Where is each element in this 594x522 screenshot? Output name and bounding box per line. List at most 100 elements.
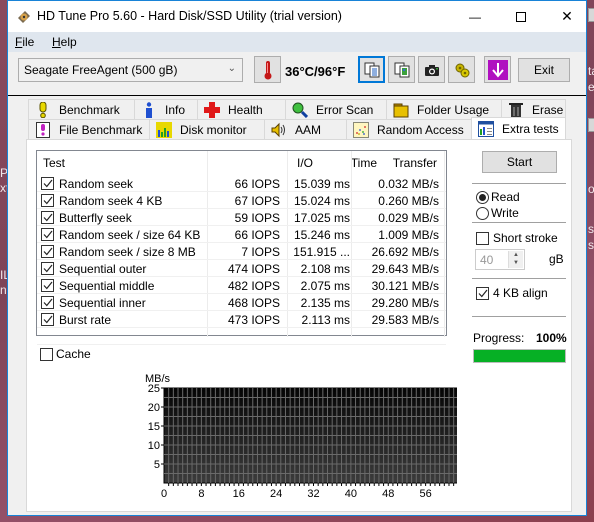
x-tick-label: 8: [198, 488, 204, 500]
test-name: Butterfly seek: [59, 211, 132, 225]
title-bar[interactable]: HD Tune Pro 5.60 - Hard Disk/SSD Utility…: [8, 1, 586, 32]
start-button-label: Start: [506, 155, 533, 169]
tab-health[interactable]: Health: [197, 99, 286, 119]
close-icon: ✕: [561, 8, 573, 24]
info-icon: [141, 101, 157, 118]
progress-bar-fill: [474, 350, 565, 362]
desktop-text-fragment: er: [588, 80, 594, 94]
row-checkbox[interactable]: [41, 211, 54, 224]
tab-extra-tests[interactable]: Extra tests: [471, 117, 566, 139]
row-checkbox[interactable]: [41, 262, 54, 275]
write-radio[interactable]: Write: [476, 206, 519, 220]
desktop-text-fragment: s: [588, 222, 594, 236]
row-checkbox[interactable]: [41, 194, 54, 207]
table-row[interactable]: Butterfly seek 59 IOPS 17.025 ms 0.029 MB/s: [37, 209, 446, 226]
tab-error-scan[interactable]: Error Scan: [285, 99, 387, 119]
table-row[interactable]: Random seek 4 KB 67 IOPS 15.024 ms 0.260 MB…: [37, 192, 446, 209]
table-row[interactable]: Random seek / size 64 KB 66 IOPS 15.246 ms…: [37, 226, 446, 243]
table-row[interactable]: Sequential middle 482 IOPS 2.075 ms 30.121 …: [37, 277, 446, 294]
start-button[interactable]: Start: [482, 151, 557, 173]
test-time: 2.135 ms: [300, 296, 350, 310]
row-checkbox[interactable]: [41, 177, 54, 190]
table-row[interactable]: Sequential outer 474 IOPS 2.108 ms 29.643 M…: [37, 260, 446, 277]
row-checkbox[interactable]: [41, 279, 54, 292]
test-transfer: 29.280 MB/s: [371, 296, 439, 310]
check-icon: [43, 179, 52, 188]
options-button[interactable]: [448, 56, 475, 83]
write-radio-dot[interactable]: [476, 206, 489, 220]
test-name: Sequential middle: [59, 279, 155, 293]
copy-text-button[interactable]: [358, 56, 385, 83]
y-tick-label: 25: [148, 383, 160, 395]
tab-benchmark[interactable]: Benchmark: [28, 99, 135, 119]
table-row[interactable]: Random seek / size 8 MB 7 IOPS 151.915 ...…: [37, 243, 446, 260]
column-header-time[interactable]: Time: [317, 151, 377, 175]
align-4kb-checkbox-box[interactable]: [476, 286, 489, 300]
temperature-readout: 36°C/96°F: [285, 64, 346, 79]
maximize-button[interactable]: [498, 1, 544, 32]
menu-help-label: elp: [60, 35, 77, 49]
read-radio-dot[interactable]: [476, 190, 489, 204]
test-name: Sequential outer: [59, 262, 147, 276]
exclamation-icon: [35, 101, 51, 118]
temperature-button[interactable]: [254, 56, 281, 83]
test-name: Burst rate: [59, 313, 112, 327]
test-time: 2.108 ms: [300, 262, 350, 276]
test-transfer: 30.121 MB/s: [371, 279, 439, 293]
spinner-arrows-icon[interactable]: ▲ ▼: [508, 251, 523, 268]
short-stroke-size-value: 40: [480, 253, 494, 267]
short-stroke-size-spinner[interactable]: 40 ▲ ▼: [475, 249, 525, 270]
test-time: 15.024 ms: [293, 194, 350, 208]
tab-folder-usage[interactable]: Folder Usage: [386, 99, 502, 119]
tab-label: Info: [165, 102, 186, 117]
tab-erase[interactable]: Erase: [501, 99, 566, 119]
extra-tests-icon: [478, 120, 494, 137]
row-checkbox[interactable]: [41, 296, 54, 309]
y-tick-label: 10: [148, 440, 160, 452]
speaker-icon: [271, 122, 287, 138]
x-tick-label: 56: [420, 488, 432, 500]
column-header-io[interactable]: I/O: [265, 151, 313, 175]
random-access-icon: [353, 121, 369, 138]
test-io: 66 IOPS: [234, 177, 280, 191]
column-header-transfer[interactable]: Transfer: [382, 151, 437, 175]
table-row[interactable]: Random seek 66 IOPS 15.039 ms 0.032 MB/s: [37, 175, 446, 192]
exit-button[interactable]: Exit: [518, 58, 570, 82]
progress-label: Progress:: [473, 331, 525, 345]
check-icon: [43, 281, 52, 290]
column-header-test[interactable]: Test: [43, 151, 65, 175]
tab-info[interactable]: Info: [134, 99, 198, 119]
tab-file-benchmark[interactable]: File Benchmark: [28, 119, 150, 139]
tab-label: Erase: [532, 102, 564, 117]
save-button[interactable]: [484, 56, 511, 83]
close-button[interactable]: ✕: [544, 1, 586, 32]
menu-file[interactable]: File: [15, 35, 34, 49]
tab-random-access[interactable]: Random Access: [346, 119, 472, 139]
short-stroke-checkbox-box[interactable]: [476, 231, 489, 245]
align-4kb-checkbox[interactable]: 4 KB align: [476, 286, 548, 300]
table-row[interactable]: Burst rate 473 IOPS 2.113 ms 29.583 MB/s: [37, 311, 446, 328]
desktop-file-icon[interactable]: [588, 118, 594, 132]
toolbar: Seagate FreeAgent (500 gB) ⌄ 36°C/96°F E…: [8, 52, 586, 96]
tab-aam[interactable]: AAM: [264, 119, 347, 139]
row-checkbox[interactable]: [41, 313, 54, 326]
row-checkbox[interactable]: [41, 245, 54, 258]
tab-disk-monitor[interactable]: Disk monitor: [149, 119, 265, 139]
minimize-button[interactable]: —: [452, 1, 498, 32]
row-checkbox[interactable]: [41, 228, 54, 241]
check-icon: [43, 213, 52, 222]
desktop-file-icon[interactable]: [588, 8, 594, 22]
trash-icon: [508, 102, 524, 118]
menu-help[interactable]: Help: [52, 35, 77, 49]
cache-checkbox[interactable]: Cache: [40, 347, 91, 361]
table-row[interactable]: Sequential inner 468 IOPS 2.135 ms 29.280 M…: [37, 294, 446, 311]
read-radio[interactable]: Read: [476, 190, 520, 204]
test-name: Random seek 4 KB: [59, 194, 163, 208]
short-stroke-checkbox[interactable]: Short stroke: [476, 231, 558, 245]
camera-button[interactable]: [418, 56, 445, 83]
test-io: 66 IOPS: [234, 228, 280, 242]
copy-screenshot-button[interactable]: [388, 56, 415, 83]
x-tick-label: 48: [382, 488, 394, 500]
cache-checkbox-box[interactable]: [40, 347, 53, 361]
drive-select[interactable]: Seagate FreeAgent (500 gB) ⌄: [18, 58, 243, 82]
